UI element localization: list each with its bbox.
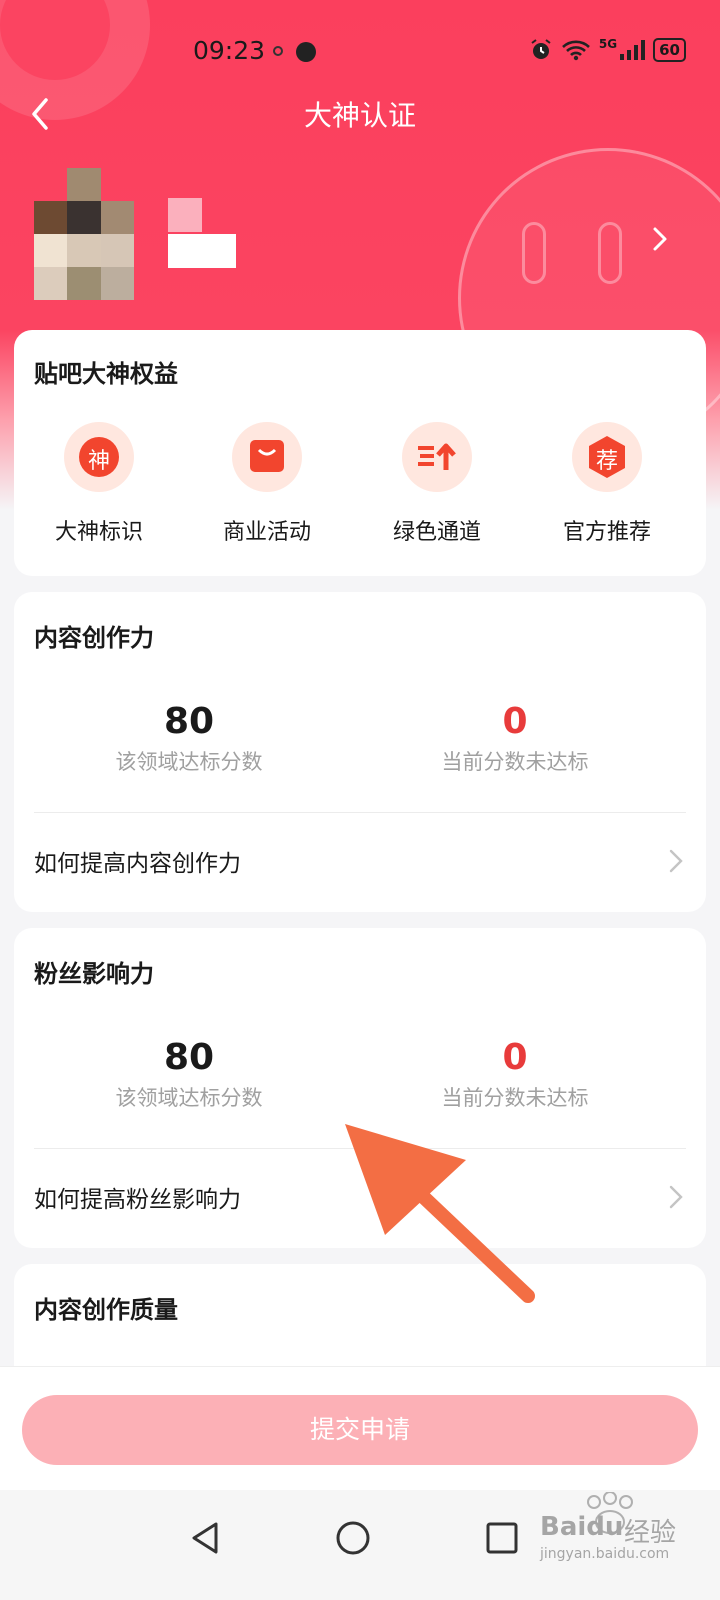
wifi-icon — [562, 40, 590, 61]
benefit-item-badge[interactable]: 神 大神标识 — [14, 422, 184, 546]
target-score-value: 80 — [163, 701, 215, 742]
benefits-card: 贴吧大神权益 神 大神标识 商业活动 绿色通道 荐 官方推荐 — [14, 330, 706, 576]
target-score: 80 该领域达标分数 — [24, 1038, 354, 1112]
benefit-label: 大神标识 — [54, 520, 143, 545]
shen-glyph: 神 — [87, 449, 110, 474]
current-score-value: 0 — [502, 701, 528, 742]
current-score-label: 当前分数未达标 — [441, 750, 589, 774]
submit-application-button[interactable]: 提交申请 — [22, 1395, 698, 1465]
status-icons: 5G 60 — [529, 37, 686, 62]
benefits-title: 贴吧大神权益 — [34, 360, 178, 388]
notification-icon — [273, 46, 283, 56]
section-title: 内容创作力 — [34, 624, 154, 652]
network-type: 5G — [598, 37, 618, 51]
bottom-action-bar: 提交申请 — [0, 1366, 720, 1490]
target-score-value: 80 — [163, 1037, 215, 1078]
watermark-brand-cn: 经验 — [624, 1518, 677, 1548]
current-score: 0 当前分数未达标 — [350, 702, 680, 776]
benefit-label: 绿色通道 — [392, 520, 481, 545]
current-score-label: 当前分数未达标 — [441, 1086, 589, 1110]
shopping-bag-icon — [232, 422, 302, 492]
watermark-url: jingyan.baidu.com — [540, 1546, 670, 1562]
chevron-right-icon[interactable] — [648, 224, 672, 254]
page-title: 大神认证 — [303, 100, 416, 131]
target-score-label: 该领域达标分数 — [115, 750, 263, 774]
nav-home-icon[interactable] — [325, 1510, 381, 1566]
improve-influence-link[interactable]: 如何提高粉丝影响力 — [14, 1156, 706, 1236]
benefit-item-recommend[interactable]: 荐 官方推荐 — [522, 422, 692, 546]
section-title: 内容创作质量 — [34, 1296, 178, 1324]
username-blurred — [168, 198, 238, 268]
divider — [34, 812, 686, 813]
benefit-label: 官方推荐 — [562, 520, 651, 545]
status-time: 09:23 — [193, 36, 266, 65]
shen-badge-icon: 神 — [64, 422, 134, 492]
divider — [34, 1148, 686, 1149]
battery-indicator: 60 — [653, 38, 686, 62]
target-score: 80 该领域达标分数 — [24, 702, 354, 776]
link-label: 如何提高内容创作力 — [34, 851, 241, 877]
recommend-icon: 荐 — [572, 422, 642, 492]
current-score: 0 当前分数未达标 — [350, 1038, 680, 1112]
fast-track-icon — [402, 422, 472, 492]
chevron-right-icon — [669, 849, 683, 873]
content-creation-card: 内容创作力 80 该领域达标分数 0 当前分数未达标 如何提高内容创作力 — [14, 592, 706, 912]
fan-influence-card: 粉丝影响力 80 该领域达标分数 0 当前分数未达标 如何提高粉丝影响力 — [14, 928, 706, 1248]
benefit-item-fast-track[interactable]: 绿色通道 — [352, 422, 522, 546]
alarm-icon — [531, 39, 551, 59]
link-label: 如何提高粉丝影响力 — [34, 1187, 241, 1213]
navigation-bar: 大神认证 — [0, 86, 720, 142]
recommend-glyph: 荐 — [595, 449, 618, 474]
chevron-right-icon — [669, 1185, 683, 1209]
nav-back-icon[interactable] — [178, 1510, 234, 1566]
improve-content-link[interactable]: 如何提高内容创作力 — [14, 820, 706, 900]
nav-recents-icon[interactable] — [474, 1510, 530, 1566]
baidu-jingyan-watermark: Baidu 经验 jingyan.baidu.com — [540, 1492, 710, 1572]
section-title: 粉丝影响力 — [34, 960, 154, 988]
target-score-label: 该领域达标分数 — [115, 1086, 263, 1110]
avatar[interactable] — [34, 168, 134, 300]
current-score-value: 0 — [502, 1037, 528, 1078]
decorative-mascot-eye — [522, 222, 546, 284]
decorative-mascot-eye — [598, 222, 622, 284]
status-bar: 09:23 5G 60 — [0, 34, 720, 74]
benefit-label: 商业活动 — [222, 520, 311, 545]
app-notification-icon — [296, 42, 316, 62]
benefit-item-business[interactable]: 商业活动 — [182, 422, 352, 546]
signal-icon — [620, 40, 646, 60]
watermark-brand: Baidu — [540, 1512, 624, 1542]
